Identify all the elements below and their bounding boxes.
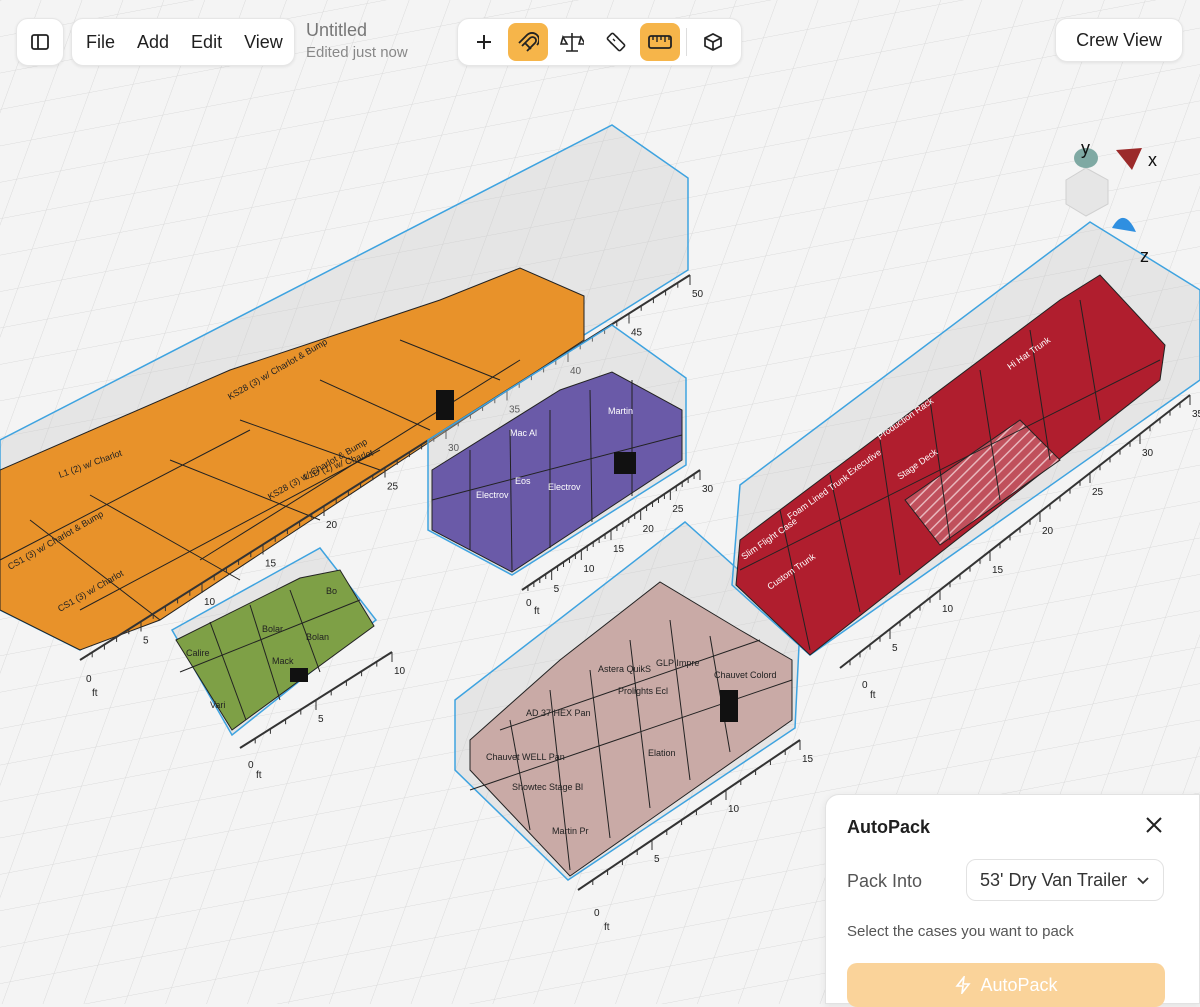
ruler-tick-label: 20 xyxy=(643,524,655,535)
x-axis-label: x xyxy=(1148,150,1157,170)
ruler-tick-label: 35 xyxy=(1192,409,1200,420)
case-label: GLP Impre xyxy=(656,658,699,668)
ruler-tick-label: 30 xyxy=(702,484,714,495)
ruler-tick-label: 5 xyxy=(143,636,149,647)
document-title[interactable]: Untitled xyxy=(306,20,367,41)
case-label: Bo xyxy=(326,586,337,596)
dark-case xyxy=(290,668,308,682)
menu-view[interactable]: View xyxy=(244,32,283,53)
ruler-origin: 0 xyxy=(862,680,868,691)
close-panel-button[interactable] xyxy=(1144,815,1166,837)
ruler-tick-label: 10 xyxy=(942,604,954,615)
magnet-icon xyxy=(518,32,539,52)
sidebar-icon xyxy=(31,34,49,50)
add-tool-button[interactable] xyxy=(464,23,504,61)
case-label: Chauvet Colord xyxy=(714,670,777,680)
ruler-tick-label: 25 xyxy=(387,482,399,493)
case-label: Showtec Stage Bl xyxy=(512,782,583,792)
autopack-button-label: AutoPack xyxy=(980,974,1058,995)
ruler-tick-label: 5 xyxy=(318,714,324,725)
case-label: Calire xyxy=(186,648,210,658)
menu-file[interactable]: File xyxy=(86,32,115,53)
z-axis-label: z xyxy=(1140,246,1149,266)
ruler-icon xyxy=(606,32,626,52)
ruler-tick-label: 10 xyxy=(583,564,595,575)
toggle-sidebar-button[interactable] xyxy=(16,18,64,66)
ruler-tick-label: 5 xyxy=(892,643,898,654)
pack-into-label: Pack Into xyxy=(847,871,923,891)
y-axis-label: y xyxy=(1081,138,1090,158)
measure-tool-button[interactable] xyxy=(596,23,636,61)
magnet-tool-button[interactable] xyxy=(508,23,548,61)
case-label: Elation xyxy=(648,748,676,758)
menu-bar: File Add Edit View xyxy=(71,18,295,66)
panel-hint: Select the cases you want to pack xyxy=(847,923,1074,940)
autopack-panel: AutoPack Pack Into 53' Dry Van Trailer S… xyxy=(825,794,1200,1007)
document-status: Edited just now xyxy=(306,44,408,61)
case-label: Martin xyxy=(608,406,633,416)
ruler-tick-label: 10 xyxy=(394,666,406,677)
ruler-origin: 0 xyxy=(526,598,532,609)
plus-icon xyxy=(477,35,491,49)
ruler-unit: ft xyxy=(604,922,610,933)
ruler-tick-label: 10 xyxy=(728,804,740,815)
tool-bar xyxy=(457,18,742,66)
ruler-tick-label: 45 xyxy=(631,328,643,339)
ruler-tick-label: 15 xyxy=(992,565,1004,576)
crew-view-button[interactable]: Crew View xyxy=(1055,18,1183,62)
ruler-tick-label: 25 xyxy=(1092,487,1104,498)
menu-add[interactable]: Add xyxy=(137,32,169,53)
menu-edit[interactable]: Edit xyxy=(191,32,222,53)
ruler-tick-label: 15 xyxy=(802,754,814,765)
case-label: Mack xyxy=(272,656,294,666)
close-icon xyxy=(1146,817,1162,833)
case-label: Chauvet WELL Pan xyxy=(486,752,565,762)
dark-case xyxy=(436,390,454,420)
case-label: Bolar xyxy=(262,624,283,634)
case-label: Eos xyxy=(515,476,531,486)
lightning-icon xyxy=(955,976,972,994)
weight-tool-button[interactable] xyxy=(552,23,592,61)
ruler-tick-label: 5 xyxy=(654,854,660,865)
dark-case xyxy=(720,690,738,722)
case-label: Electrov xyxy=(548,482,581,492)
case-label: AD 37 HEX Pan xyxy=(526,708,591,718)
ruler-origin: 0 xyxy=(248,760,254,771)
case-label: Prolights Ecl xyxy=(618,686,668,696)
ruler-tick-label: 30 xyxy=(1142,448,1154,459)
ruler-tick-label: 5 xyxy=(554,584,560,595)
autopack-button[interactable]: AutoPack xyxy=(847,963,1165,1007)
ruler-tick-label: 50 xyxy=(692,289,704,300)
ruler-origin: 0 xyxy=(86,674,92,685)
panel-title: AutoPack xyxy=(847,817,931,837)
ruler-origin: 0 xyxy=(594,908,600,919)
dimensions-tool-button[interactable] xyxy=(640,23,680,61)
dark-case xyxy=(614,452,636,474)
ruler-tick-label: 15 xyxy=(613,544,625,555)
pack-into-select[interactable]: 53' Dry Van Trailer xyxy=(966,859,1164,901)
case-label: Astera QuikS xyxy=(598,664,651,674)
pack-into-value: 53' Dry Van Trailer xyxy=(980,869,1128,890)
case-label: Electrov xyxy=(476,490,509,500)
ruler-unit: ft xyxy=(92,688,98,699)
scale-icon xyxy=(560,33,584,52)
case-label: Bolan xyxy=(306,632,329,642)
ruler-tick-label: 25 xyxy=(672,504,684,515)
ruler-tick-label: 20 xyxy=(326,520,338,531)
ruler-unit: ft xyxy=(870,690,876,701)
ruler-tick-label: 15 xyxy=(265,559,277,570)
case-label: Mac Al xyxy=(510,428,537,438)
tape-measure-icon xyxy=(648,35,672,49)
ruler-tick-label: 20 xyxy=(1042,526,1054,537)
box-icon xyxy=(704,33,722,51)
toolbar-divider xyxy=(686,28,687,56)
box-tool-button[interactable] xyxy=(693,23,733,61)
ruler-unit: ft xyxy=(534,606,540,617)
chevron-down-icon xyxy=(1137,877,1149,885)
case-label: Martin Pr xyxy=(552,826,589,836)
case-label: Vari xyxy=(210,700,225,710)
ruler-unit: ft xyxy=(256,770,262,781)
